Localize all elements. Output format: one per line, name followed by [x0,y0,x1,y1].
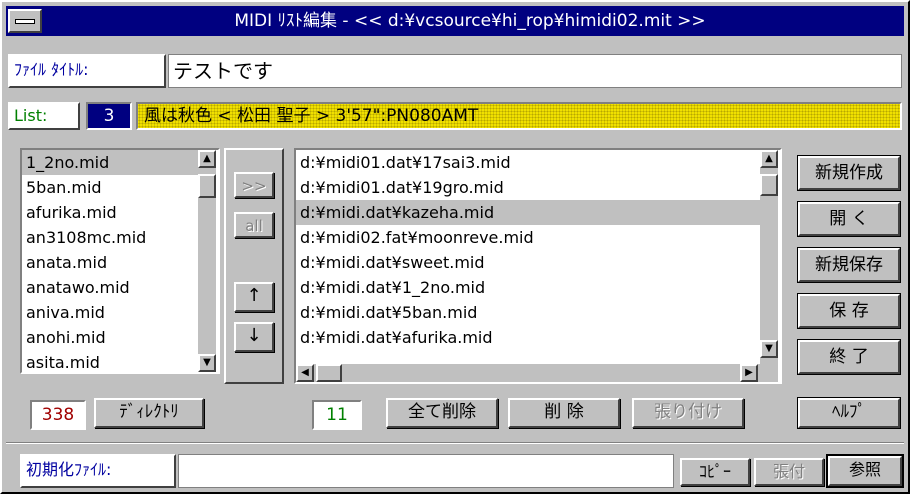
source-file-item[interactable]: asita.mid [22,350,198,372]
list-entry-title[interactable]: 風は秋色 < 松田 聖子 > 3'57":PN080AMT [136,102,902,130]
scroll-left-icon[interactable]: ◀ [296,364,314,382]
new-list-button[interactable]: 新規作成 [797,155,901,191]
playlist-file-item[interactable]: d:¥midi.dat¥1_2no.mid [296,275,760,300]
delete-all-button[interactable]: 全て削除 [386,398,498,428]
source-file-list[interactable]: 1_2no.mid 5ban.mid afurika.mid an3108mc.mid… [20,148,220,374]
delete-button[interactable]: 削 除 [508,398,620,428]
source-list-scrollbar[interactable]: ▲ ▼ [198,150,216,372]
playlist-count: 11 [312,400,362,430]
init-file-label: 初期化ﾌｧｲﾙ: [26,460,112,479]
open-button[interactable]: 開 く [797,201,901,237]
playlist-file-item[interactable]: d:¥midi01.dat¥17sai3.mid [296,150,760,175]
playlist-file-item[interactable]: d:¥midi.dat¥kazeha.mid [296,200,760,225]
init-file-input[interactable] [178,454,674,488]
source-file-item[interactable]: afurika.mid [22,200,198,225]
scroll-down-icon[interactable]: ▼ [198,354,216,372]
playlist-hscrollbar[interactable]: ◀ ▶ [296,364,778,382]
window-title: MIDI ﾘｽﾄ編集 - << d:¥vcsource¥hi_rop¥himid… [234,11,706,31]
move-up-button[interactable]: ↑ [234,282,274,312]
save-as-new-button[interactable]: 新規保存 [797,247,901,283]
system-menu-icon [15,19,35,24]
list-label: List: [14,106,48,125]
source-file-item[interactable]: anatawo.mid [22,275,198,300]
copy-button[interactable]: ｺﾋﾟｰ [680,458,750,486]
source-file-item[interactable]: 5ban.mid [22,175,198,200]
source-file-item[interactable]: anata.mid [22,250,198,275]
source-file-item[interactable]: 1_2no.mid [22,150,198,175]
file-title-label-box: ﾌｧｲﾙ ﾀｲﾄﾙ: [8,54,166,88]
init-file-label-box: 初期化ﾌｧｲﾙ: [20,454,176,488]
scroll-down-icon[interactable]: ▼ [760,340,778,358]
scroll-up-icon[interactable]: ▲ [198,150,216,168]
playlist-file-item[interactable]: d:¥midi02.fat¥moonreve.mid [296,225,760,250]
playlist-file-list[interactable]: d:¥midi01.dat¥17sai3.mid d:¥midi01.dat¥19… [294,148,782,384]
playlist-file-item[interactable]: d:¥midi01.dat¥19gro.mid [296,175,760,200]
midi-list-editor-window: MIDI ﾘｽﾄ編集 - << d:¥vcsource¥hi_rop¥himid… [0,0,910,494]
move-down-button[interactable]: ↓ [234,322,274,352]
scroll-up-icon[interactable]: ▲ [760,150,778,168]
add-to-list-button[interactable]: >> [234,172,274,198]
directory-button[interactable]: ﾃﾞｨﾚｸﾄﾘ [94,398,204,428]
help-button[interactable]: ﾍﾙﾌﾟ [797,397,901,429]
add-all-button[interactable]: all [234,212,274,238]
list-label-box: List: [8,102,80,130]
file-title-input[interactable]: テストです [168,54,902,88]
divider [6,442,904,444]
exit-button[interactable]: 終 了 [797,339,901,375]
playlist-file-item[interactable]: d:¥midi.dat¥sweet.mid [296,250,760,275]
paste-button[interactable]: 張り付け [632,398,744,428]
paste-small-button[interactable]: 張付 [754,458,824,486]
system-menu-button[interactable] [8,9,42,33]
browse-button[interactable]: 参照 [826,454,904,488]
source-file-count: 338 [30,400,86,430]
source-file-item[interactable]: an3108mc.mid [22,225,198,250]
save-button[interactable]: 保 存 [797,293,901,329]
scroll-thumb[interactable] [760,174,778,196]
playlist-vscrollbar[interactable]: ▲ ▼ [760,150,778,364]
file-title-label: ﾌｧｲﾙ ﾀｲﾄﾙ: [14,60,89,79]
source-file-item[interactable]: anohi.mid [22,325,198,350]
list-index: 3 [86,102,132,130]
scroll-thumb[interactable] [316,364,342,382]
scroll-right-icon[interactable]: ▶ [740,364,758,382]
source-file-item[interactable]: aniva.mid [22,300,198,325]
title-bar: MIDI ﾘｽﾄ編集 - << d:¥vcsource¥hi_rop¥himid… [6,6,904,36]
playlist-file-item[interactable]: d:¥midi.dat¥5ban.mid [296,300,760,325]
scroll-thumb[interactable] [198,174,216,198]
playlist-file-item[interactable]: d:¥midi.dat¥afurika.mid [296,325,760,350]
